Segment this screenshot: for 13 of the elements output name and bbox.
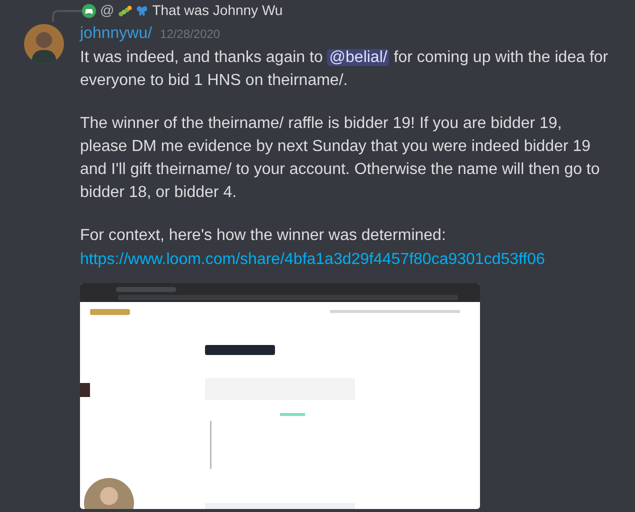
- butterfly-icon: [136, 4, 148, 16]
- username[interactable]: johnnywu/: [80, 22, 152, 46]
- message-text: For context, here's how the winner was determined:: [80, 226, 447, 246]
- reply-text: That was Johnny Wu: [152, 1, 283, 20]
- avatar[interactable]: [24, 24, 64, 64]
- mention-link[interactable]: @belial/: [327, 49, 390, 66]
- mention-text: @: [100, 1, 114, 20]
- message-text: The winner of the theirname/ raffle is bidder 19! If you are bidder 19, please DM me evidence by next Sunday that you were indeed bidder 19 and I'll gift theirname/ to your account. Otherwise the name will then go to bidder 18, or bidder 4.: [80, 114, 601, 203]
- caterpillar-icon: [118, 4, 132, 16]
- discord-icon: [82, 4, 96, 18]
- message-text: It was indeed, and thanks again to @belial/ for coming up with the idea for everyone to bid 1 HNS on theirname/.: [80, 48, 610, 91]
- link[interactable]: https://www.loom.com/share/4bfa1a3d29f4457f80ca9301cd53ff06: [80, 251, 545, 268]
- timestamp: 12/28/2020: [160, 26, 220, 43]
